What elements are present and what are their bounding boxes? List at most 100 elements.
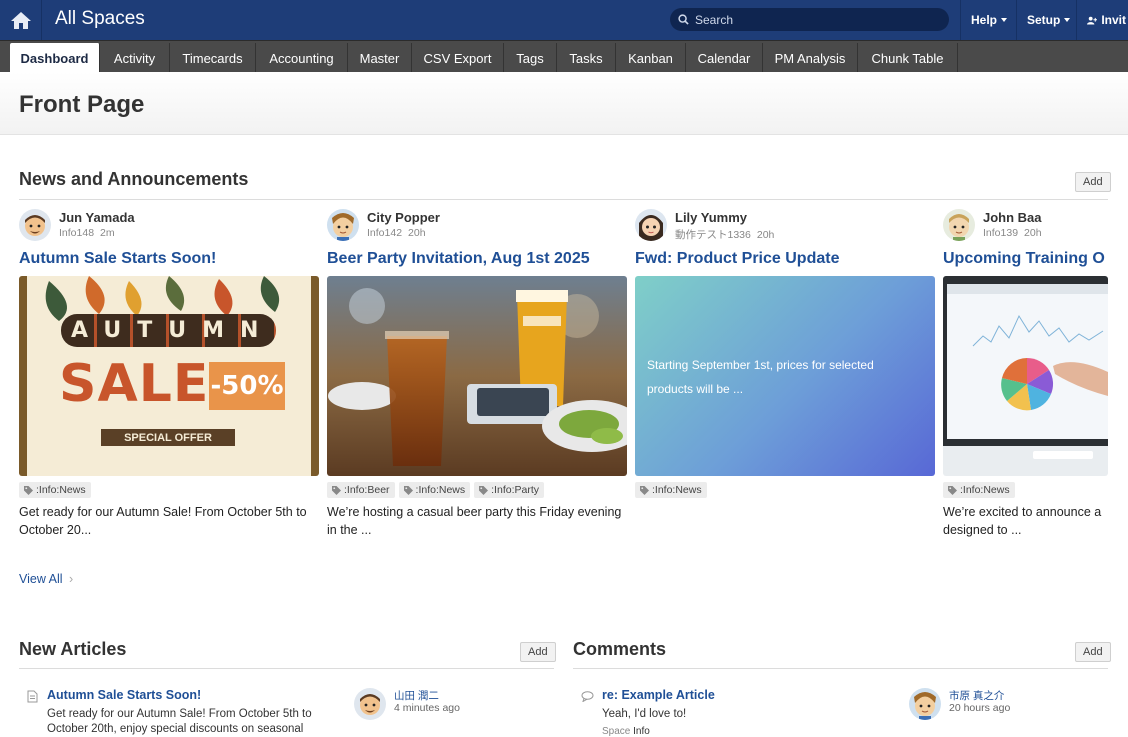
divider: [573, 668, 1108, 669]
training-image[interactable]: [943, 276, 1108, 476]
home-button[interactable]: [0, 0, 42, 40]
invite-menu[interactable]: Invit: [1076, 0, 1128, 40]
tab-accounting[interactable]: Accounting: [256, 43, 348, 73]
tab-chunk-table[interactable]: Chunk Table: [858, 43, 958, 73]
chevron-down-icon: [1001, 18, 1008, 22]
setup-menu[interactable]: Setup: [1016, 0, 1077, 40]
divider: [19, 668, 554, 669]
news-card[interactable]: Lily Yummy 動作テスト1336 20h Fwd: Product Pri…: [635, 208, 935, 548]
post-meta: Info148 2m: [59, 227, 115, 239]
tag-label: :Info:Party: [491, 484, 539, 496]
news-excerpt: Get ready for our Autumn Sale! From Octo…: [19, 505, 307, 537]
tag[interactable]: :Info:Party: [474, 482, 544, 498]
tab-master[interactable]: Master: [348, 43, 412, 73]
author-name[interactable]: Jun Yamada: [59, 210, 135, 225]
article-title[interactable]: Autumn Sale Starts Soon!: [47, 688, 201, 702]
page-title: Front Page: [19, 91, 145, 118]
add-article-button[interactable]: Add: [520, 642, 556, 662]
space-name[interactable]: Info148: [59, 227, 94, 239]
tag[interactable]: :Info:News: [398, 482, 471, 498]
post-meta: Info142 20h: [367, 227, 426, 239]
avatar: [943, 209, 975, 241]
sale-text: SALE: [59, 354, 210, 414]
search-input[interactable]: [695, 12, 935, 27]
post-time: 20 hours ago: [949, 702, 1011, 714]
author-name[interactable]: Lily Yummy: [675, 210, 747, 225]
tag-label: :Info:News: [415, 484, 466, 496]
space-name[interactable]: Info142: [367, 227, 402, 239]
tag[interactable]: :Info:News: [19, 482, 91, 498]
tag-icon: [24, 485, 33, 495]
top-bar: All Spaces Help Setup Invit: [0, 0, 1128, 40]
page-header: [0, 72, 1128, 135]
tab-kanban[interactable]: Kanban: [616, 43, 686, 73]
news-card[interactable]: John Baa Info139 20h Upcoming Training O …: [943, 208, 1108, 548]
comments-section-title: Comments: [573, 639, 667, 659]
tab-dashboard[interactable]: Dashboard: [10, 43, 100, 73]
news-title[interactable]: Autumn Sale Starts Soon!: [19, 250, 216, 268]
tag-label: :Info:News: [960, 484, 1010, 496]
tag[interactable]: :Info:News: [635, 482, 707, 498]
autumn-word: AUTUMN: [61, 314, 277, 347]
avatar: [635, 209, 667, 241]
search-box[interactable]: [670, 8, 949, 31]
user-name[interactable]: 市原 真之介: [949, 688, 1004, 703]
tab-bar: Dashboard Activity Timecards Accounting …: [0, 40, 1128, 73]
avatar: [19, 209, 51, 241]
user-name[interactable]: 山田 潤二: [394, 688, 439, 703]
news-title[interactable]: Beer Party Invitation, Aug 1st 2025: [327, 250, 590, 268]
tab-calendar[interactable]: Calendar: [686, 43, 763, 73]
comment-text: Yeah, I'd love to!: [602, 708, 687, 720]
beer-party-image[interactable]: [327, 276, 627, 476]
home-icon: [10, 12, 31, 29]
tag-icon: [403, 485, 413, 495]
news-card[interactable]: Jun Yamada Info148 2m Autumn Sale Starts …: [19, 208, 319, 548]
news-title[interactable]: Upcoming Training O: [943, 250, 1105, 268]
divider: [19, 199, 1108, 200]
news-excerpt: We’re hosting a casual beer party this F…: [327, 505, 622, 537]
tag[interactable]: :Info:News: [943, 482, 1015, 498]
add-comment-button[interactable]: Add: [1075, 642, 1111, 662]
news-card[interactable]: City Popper Info142 20h Beer Party Invita…: [327, 208, 627, 548]
add-news-button[interactable]: Add: [1075, 172, 1111, 192]
space-name[interactable]: Info139: [983, 227, 1018, 239]
comment-title[interactable]: re: Example Article: [602, 688, 715, 702]
article-excerpt: Get ready for our Autumn Sale! From Octo…: [47, 708, 312, 735]
tab-timecards[interactable]: Timecards: [170, 43, 256, 73]
document-icon: [27, 690, 38, 703]
tag-icon: [640, 485, 649, 495]
tab-activity[interactable]: Activity: [100, 43, 170, 73]
tag-list: :Info:Beer :Info:News :Info:Party: [327, 482, 544, 498]
tag-label: :Info:News: [652, 484, 702, 496]
news-title[interactable]: Fwd: Product Price Update: [635, 250, 839, 268]
tag-icon: [479, 485, 489, 495]
tag-icon: [332, 485, 341, 495]
help-menu-label: Help: [971, 13, 998, 27]
tab-tags[interactable]: Tags: [504, 43, 557, 73]
preview-text: Starting September 1st, prices for selec…: [647, 358, 874, 396]
help-menu[interactable]: Help: [960, 0, 1017, 40]
news-excerpt: We’re excited to announce a designed to …: [943, 505, 1102, 537]
space-name[interactable]: Info: [633, 726, 650, 737]
avatar: [327, 209, 359, 241]
tab-csv-export[interactable]: CSV Export: [412, 43, 504, 73]
chevron-down-icon: [1064, 18, 1071, 22]
author-name[interactable]: City Popper: [367, 210, 440, 225]
post-time: 4 minutes ago: [394, 702, 460, 714]
autumn-sale-image[interactable]: AUTUMN SALE -50% SPECIAL OFFER: [19, 276, 319, 476]
tab-pm-analysis[interactable]: PM Analysis: [763, 43, 858, 73]
invite-menu-label: Invit: [1101, 13, 1126, 27]
discount-badge: -50%: [209, 362, 285, 410]
post-time: 20h: [408, 227, 426, 239]
tag-icon: [948, 485, 957, 495]
post-meta: Info139 20h: [983, 227, 1042, 239]
tab-tasks[interactable]: Tasks: [557, 43, 616, 73]
space-name[interactable]: 動作テスト1336: [675, 229, 751, 241]
view-all-link[interactable]: View All ›: [19, 572, 73, 586]
text-preview-card[interactable]: Starting September 1st, prices for selec…: [635, 276, 935, 476]
app-title[interactable]: All Spaces: [55, 8, 145, 30]
author-name[interactable]: John Baa: [983, 210, 1042, 225]
avatar: [909, 688, 941, 720]
articles-section-title: New Articles: [19, 639, 127, 659]
tag[interactable]: :Info:Beer: [327, 482, 395, 498]
